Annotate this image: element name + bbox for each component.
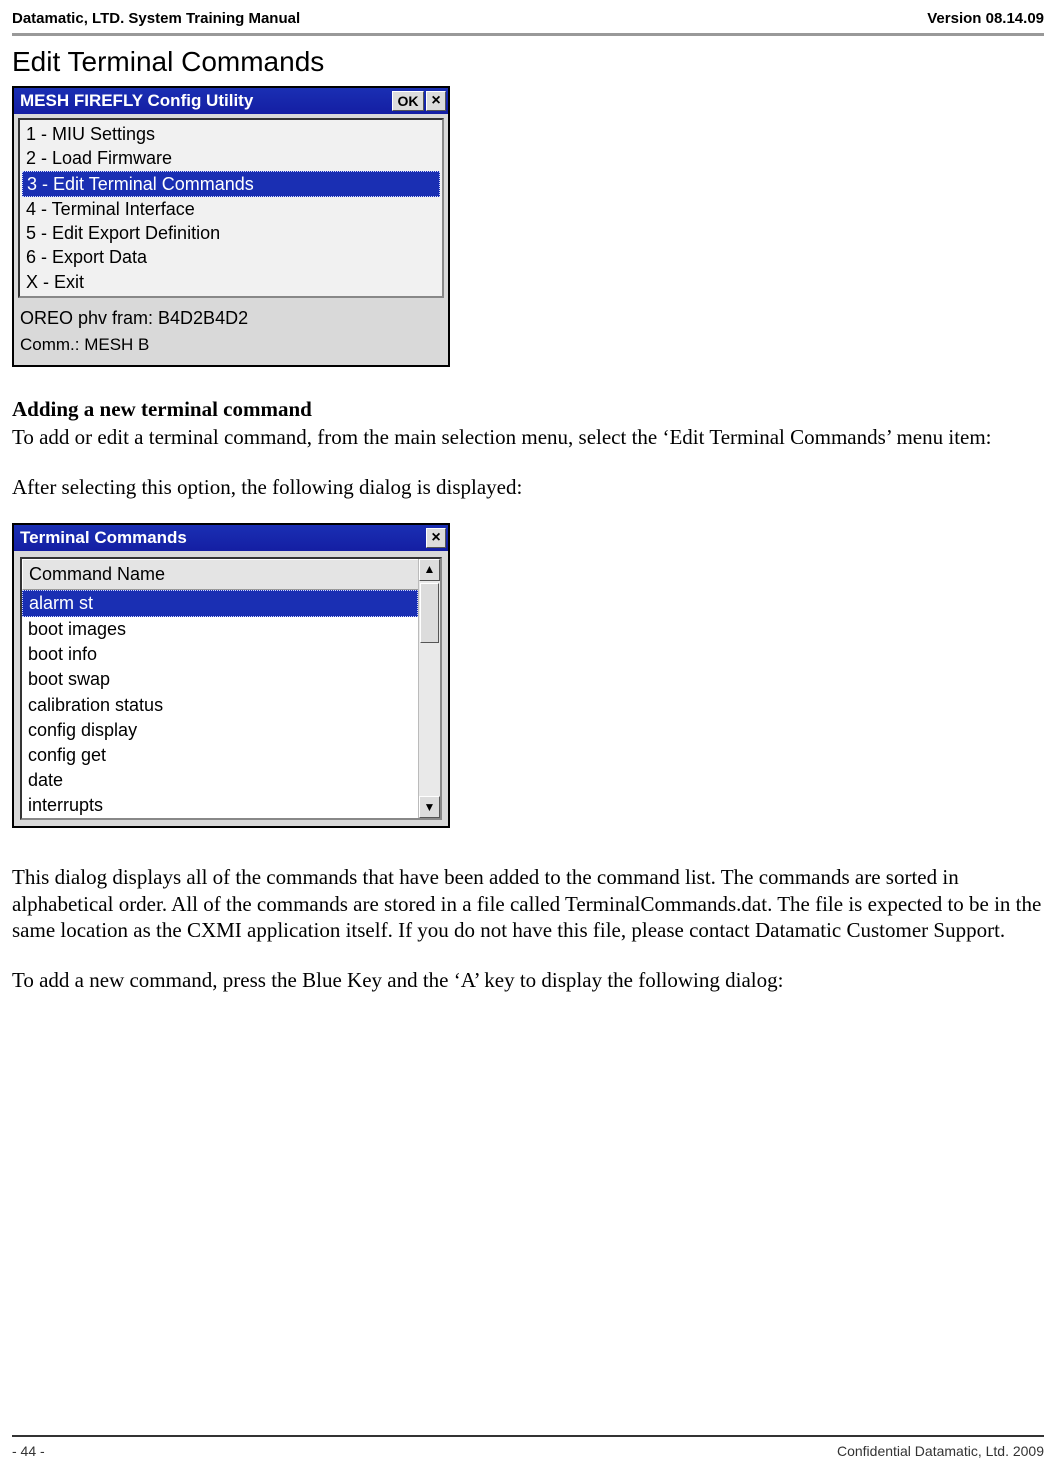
window-title: MESH FIREFLY Config Utility	[20, 91, 253, 111]
ok-button[interactable]: OK	[392, 91, 424, 111]
paragraph-dialog-description: This dialog displays all of the commands…	[12, 864, 1044, 943]
list-item[interactable]: config get	[22, 743, 418, 768]
header-left: Datamatic, LTD. System Training Manual	[12, 10, 300, 27]
menu-item-edit-terminal-commands[interactable]: 3 - Edit Terminal Commands	[22, 171, 440, 197]
mesh-config-window: MESH FIREFLY Config Utility OK × 1 - MIU…	[12, 86, 450, 367]
menu-item-edit-export-definition[interactable]: 5 - Edit Export Definition	[22, 221, 440, 245]
main-menu-list[interactable]: 1 - MIU Settings 2 - Load Firmware 3 - E…	[18, 118, 444, 298]
list-item[interactable]: boot swap	[22, 667, 418, 692]
header-divider	[12, 33, 1044, 36]
menu-item-export-data[interactable]: 6 - Export Data	[22, 245, 440, 269]
scrollbar[interactable]: ▲ ▼	[418, 559, 440, 819]
titlebar[interactable]: MESH FIREFLY Config Utility OK ×	[14, 88, 448, 114]
menu-item-load-firmware[interactable]: 2 - Load Firmware	[22, 146, 440, 170]
page-number: - 44 -	[12, 1443, 45, 1459]
paragraph-intro: To add or edit a terminal command, from …	[12, 424, 1044, 450]
scroll-up-icon[interactable]: ▲	[419, 559, 440, 581]
status-line-2: Comm.: MESH B	[14, 333, 448, 365]
menu-item-exit[interactable]: X - Exit	[22, 270, 440, 294]
list-item[interactable]: boot images	[22, 617, 418, 642]
menu-item-terminal-interface[interactable]: 4 - Terminal Interface	[22, 197, 440, 221]
footer-divider	[12, 1435, 1044, 1437]
scroll-track[interactable]	[419, 581, 440, 797]
list-item[interactable]: date	[22, 768, 418, 793]
list-item[interactable]: interrupts	[22, 793, 418, 818]
page-title: Edit Terminal Commands	[12, 46, 1044, 78]
close-icon[interactable]: ×	[426, 528, 446, 548]
list-item[interactable]: calibration status	[22, 693, 418, 718]
footer-confidential: Confidential Datamatic, Ltd. 2009	[837, 1443, 1044, 1459]
command-listbox[interactable]: Command Name alarm st boot images boot i…	[20, 557, 442, 821]
close-icon[interactable]: ×	[426, 91, 446, 111]
list-item[interactable]: boot info	[22, 642, 418, 667]
window-title: Terminal Commands	[20, 528, 187, 548]
list-item[interactable]: config display	[22, 718, 418, 743]
header-right: Version 08.14.09	[927, 10, 1044, 27]
status-line-1: OREO phv fram: B4D2B4D2	[14, 302, 448, 333]
menu-item-miu-settings[interactable]: 1 - MIU Settings	[22, 122, 440, 146]
paragraph-after-select: After selecting this option, the followi…	[12, 474, 1044, 500]
scroll-thumb[interactable]	[420, 583, 439, 643]
list-item[interactable]: alarm st	[22, 590, 418, 617]
paragraph-add-instruction: To add a new command, press the Blue Key…	[12, 967, 1044, 993]
titlebar[interactable]: Terminal Commands ×	[14, 525, 448, 551]
terminal-commands-window: Terminal Commands × Command Name alarm s…	[12, 523, 450, 829]
subheading-adding-command: Adding a new terminal command	[12, 397, 1044, 422]
column-header-command-name[interactable]: Command Name	[22, 559, 418, 590]
scroll-down-icon[interactable]: ▼	[419, 796, 440, 818]
